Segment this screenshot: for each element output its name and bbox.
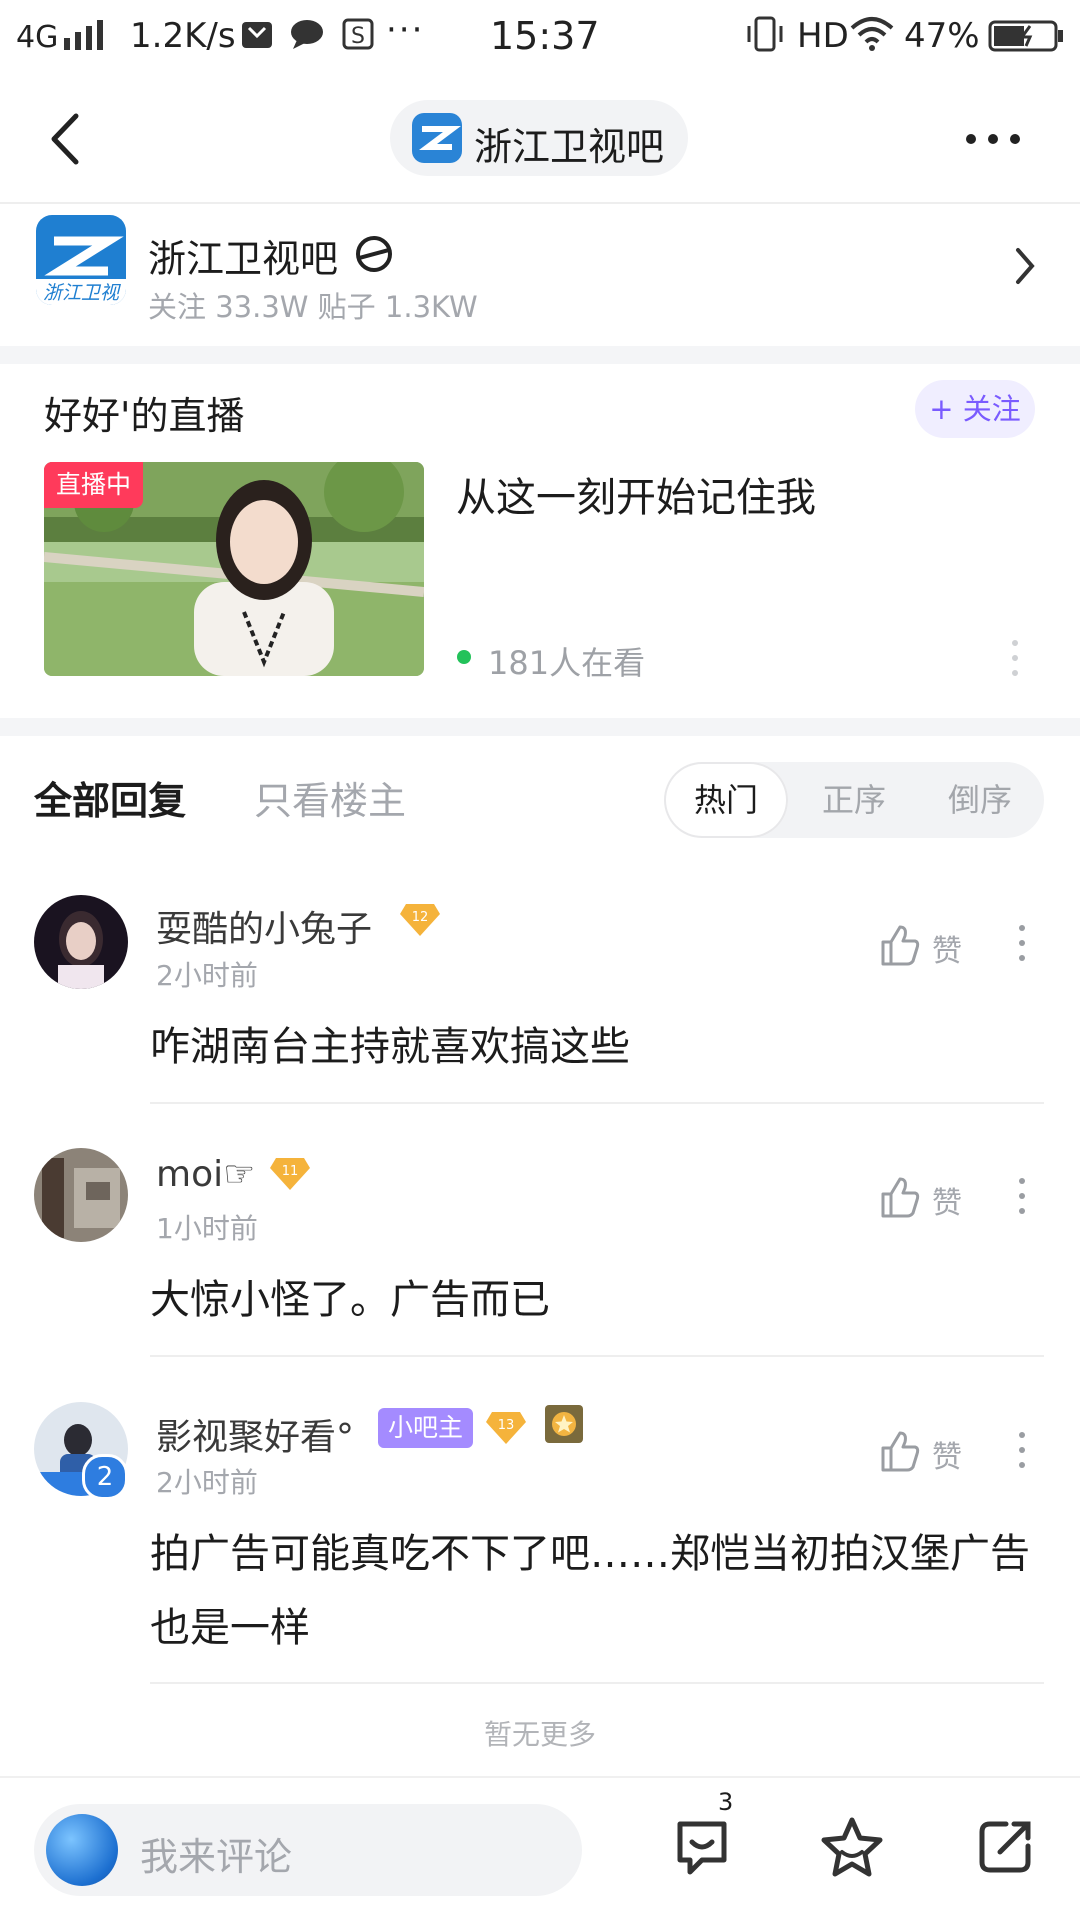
level-badge: 13: [486, 1410, 526, 1444]
reply-count: 3: [718, 1788, 734, 1816]
like-icon[interactable]: [880, 1176, 920, 1218]
clock: 15:37: [490, 14, 600, 58]
svg-text:13: 13: [498, 1418, 515, 1433]
vibrate-icon: [747, 16, 783, 52]
sort-ascending[interactable]: 正序: [792, 762, 916, 838]
live-thumbnail[interactable]: 直播中: [44, 462, 424, 676]
section-gap: [0, 346, 1080, 364]
comment-text: 大惊小怪了。广告而已: [150, 1277, 550, 1323]
live-viewers: 181人在看: [488, 644, 646, 682]
level-badge: 11: [270, 1156, 310, 1190]
avatar-badge: 2: [82, 1454, 128, 1500]
comment-time: 2小时前: [156, 1466, 258, 1499]
battery-percent: 47%: [904, 16, 980, 56]
share-icon[interactable]: [976, 1818, 1034, 1876]
forum-logo-small: [412, 113, 462, 163]
like-label[interactable]: 赞: [932, 926, 962, 970]
section-gap: [0, 718, 1080, 736]
chevron-right-icon[interactable]: [1012, 246, 1038, 286]
tab-all-replies[interactable]: 全部回复: [34, 770, 186, 825]
like-icon[interactable]: [880, 924, 920, 966]
medal-icon: [545, 1405, 583, 1443]
comment-divider: [150, 1682, 1044, 1684]
live-headline: 从这一刻开始记住我: [456, 475, 816, 521]
comment-divider: [150, 1102, 1044, 1104]
favorite-star-icon[interactable]: [820, 1816, 884, 1878]
sort-hot[interactable]: 热门: [664, 762, 788, 838]
more-status-icon: ···: [386, 10, 425, 50]
online-dot-icon: [457, 650, 471, 664]
svg-text:S: S: [351, 24, 365, 49]
avatar[interactable]: [34, 895, 128, 989]
moderator-badge: 小吧主: [378, 1408, 474, 1448]
network-speed: 1.2K/s: [130, 16, 236, 56]
bottom-bar: 我来评论 3: [0, 1776, 1080, 1922]
username[interactable]: 影视聚好看°: [156, 1408, 354, 1460]
username[interactable]: 耍酷的小兔子: [156, 900, 372, 952]
comment-more-icon[interactable]: [1019, 1432, 1027, 1477]
s-app-icon: S: [342, 18, 374, 50]
comment-placeholder: 我来评论: [140, 1835, 293, 1879]
hd-indicator: HD: [797, 16, 849, 56]
username[interactable]: moi☞: [156, 1154, 255, 1195]
forum-stats: 关注 33.3W 贴子 1.3KW: [148, 290, 478, 324]
forum-logo-text: 浙江卫视: [43, 282, 121, 304]
like-label[interactable]: 赞: [932, 1178, 962, 1222]
comment-input[interactable]: 我来评论: [34, 1804, 582, 1896]
forum-name: 浙江卫视吧: [148, 237, 339, 281]
like-label[interactable]: 赞: [932, 1432, 962, 1476]
comment-time: 2小时前: [156, 959, 258, 992]
like-icon[interactable]: [880, 1430, 920, 1472]
svg-text:11: 11: [282, 1164, 299, 1179]
sort-descending[interactable]: 倒序: [918, 762, 1042, 838]
live-streamer-title: 好好'的直播: [44, 394, 245, 438]
forum-status-icon: [356, 236, 392, 272]
sort-switch: 热门 正序 倒序: [664, 762, 1044, 838]
comment-divider: [150, 1355, 1044, 1357]
comment-text: 拍广告可能真吃不下了吧……郑恺当初拍汉堡广告也是一样: [150, 1531, 1030, 1651]
avatar[interactable]: [34, 1148, 128, 1242]
battery-icon: [988, 20, 1063, 52]
more-options-icon[interactable]: [966, 132, 1026, 146]
comment-more-icon[interactable]: [1019, 1178, 1027, 1223]
nav-title: 浙江卫视吧: [474, 125, 665, 169]
comment-text: 咋湖南台主持就喜欢搞这些: [150, 1024, 630, 1070]
follow-button[interactable]: + 关注: [915, 380, 1035, 438]
forum-logo: 浙江卫视: [36, 215, 126, 305]
svg-text:12: 12: [412, 910, 429, 925]
live-tag: 直播中: [44, 462, 144, 508]
no-more-label: 暂无更多: [483, 1718, 596, 1751]
wifi-icon: [850, 17, 894, 51]
network-type: 4G: [16, 20, 59, 55]
live-more-icon[interactable]: [1012, 640, 1020, 685]
comment-more-icon[interactable]: [1019, 925, 1027, 970]
comment-time: 1小时前: [156, 1212, 258, 1245]
message-icon: [242, 22, 272, 48]
chat-icon: [291, 20, 323, 49]
status-bar: 4G 1.2K/s S ··· 15:37 HD 47%: [0, 0, 1080, 76]
reply-icon[interactable]: [672, 1816, 732, 1876]
nav-bar: 浙江卫视吧: [0, 76, 1080, 202]
forum-title-pill[interactable]: 浙江卫视吧: [390, 100, 688, 176]
tab-op-only[interactable]: 只看楼主: [254, 770, 406, 825]
back-icon[interactable]: [44, 112, 84, 166]
signal-icon: [64, 20, 103, 50]
level-badge: 12: [400, 902, 440, 936]
my-avatar: [46, 1814, 118, 1886]
